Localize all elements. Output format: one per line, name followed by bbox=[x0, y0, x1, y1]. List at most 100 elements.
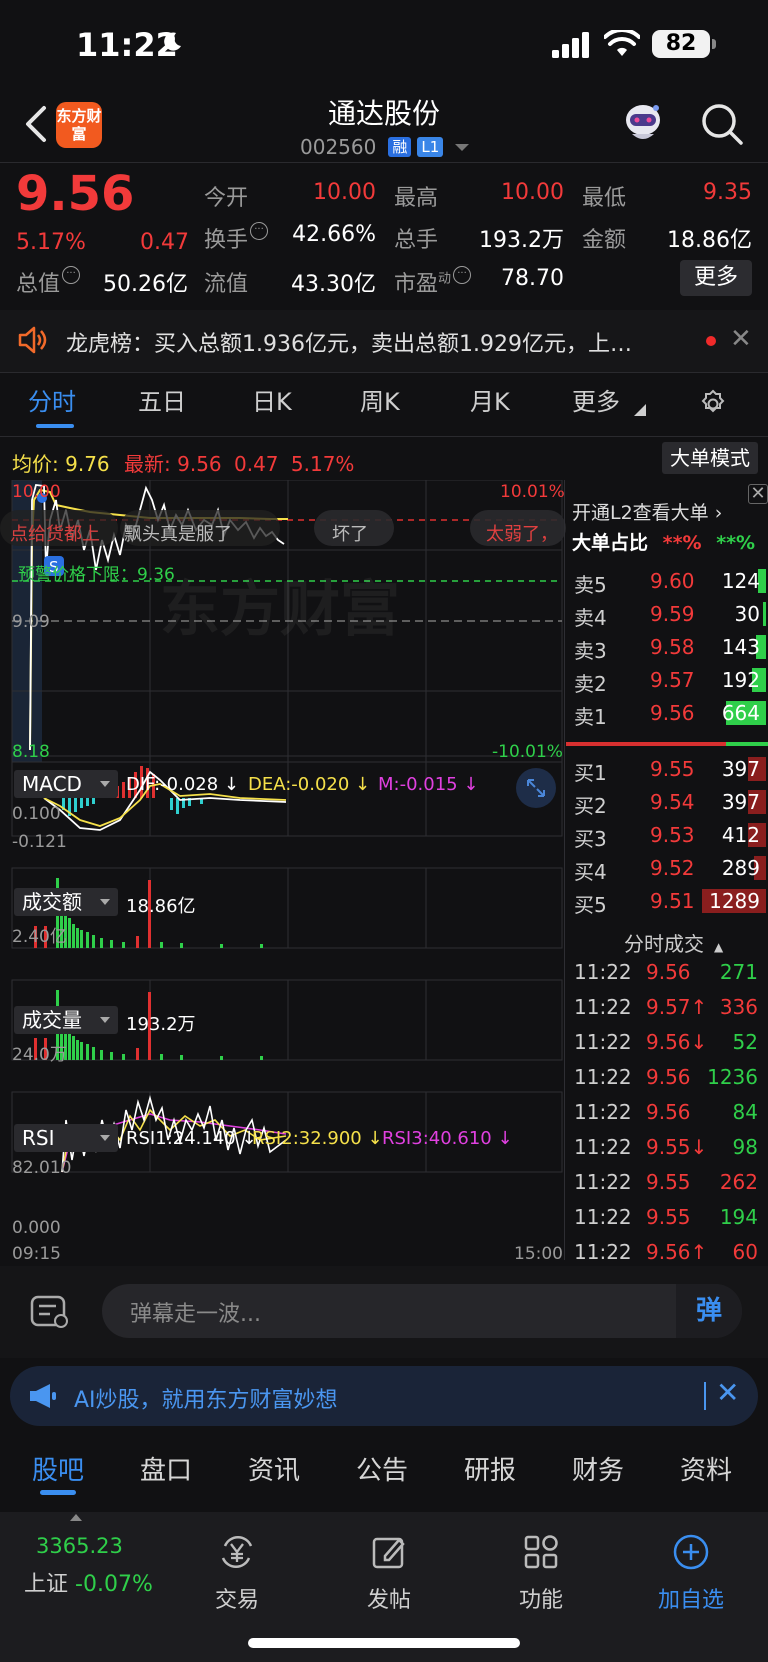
tab-monthly-k[interactable]: 月K bbox=[470, 382, 510, 417]
bid-row[interactable]: 买3 9.53 412 bbox=[566, 820, 766, 852]
danmu-send-button[interactable]: 弹 bbox=[676, 1284, 742, 1338]
float-value: 43.30亿 bbox=[291, 272, 376, 297]
macd-selector[interactable]: MACD bbox=[14, 770, 118, 798]
latest-pct: 5.17% bbox=[290, 452, 355, 476]
tick-row: 11:22 9.56↓ 52 bbox=[574, 1030, 758, 1054]
info-icon: ··· bbox=[62, 266, 81, 284]
close-icon[interactable]: ✕ bbox=[730, 324, 752, 354]
amount-indicator-value: 18.86亿 bbox=[126, 896, 196, 917]
rsi-bottom: 0.000 bbox=[12, 1218, 61, 1238]
chart-tabs: 分时 五日 日K 周K 月K 更多 bbox=[0, 382, 768, 430]
latest-label: 最新: bbox=[124, 452, 171, 476]
mcap-label-group[interactable]: 总值 ··· bbox=[16, 266, 81, 298]
amount-selector[interactable]: 成交额 bbox=[14, 888, 118, 916]
l2-upgrade-link[interactable]: 开通L2查看大单 › bbox=[572, 498, 722, 525]
nav-add-watchlist[interactable]: 加自选 bbox=[636, 1532, 746, 1614]
big-order-ratio: 大单占比 **% **% bbox=[572, 528, 755, 555]
tab-financials[interactable]: 财务 bbox=[572, 1450, 624, 1487]
big-order-mode-button[interactable]: 大单模式 bbox=[662, 442, 758, 474]
bid-ask-ratio-bar-red bbox=[566, 742, 726, 746]
index-expand-icon[interactable] bbox=[70, 1514, 82, 1521]
orderbook-close-icon[interactable]: ✕ bbox=[748, 484, 768, 504]
watermark: 东方财富 bbox=[160, 575, 400, 645]
bid-row[interactable]: 买2 9.54 397 bbox=[566, 787, 766, 819]
rsi-top: 82.010 bbox=[12, 1158, 72, 1178]
tab-news[interactable]: 资讯 bbox=[248, 1450, 300, 1487]
float-label: 流值 bbox=[204, 272, 249, 297]
volume-value: 193.2万 bbox=[479, 228, 564, 253]
search-icon[interactable] bbox=[700, 102, 744, 146]
battery-indicator: 82 bbox=[652, 30, 716, 58]
index-line[interactable]: 上证 -0.07% bbox=[24, 1566, 153, 1598]
yuan-exchange-icon bbox=[221, 1536, 253, 1568]
macd-m: M:-0.015 ↓ bbox=[378, 774, 479, 795]
stock-code-row[interactable]: 002560 融 L1 bbox=[300, 132, 470, 162]
danmu-bubble[interactable]: 太弱了， bbox=[486, 520, 558, 546]
tab-more-caret-icon bbox=[634, 404, 646, 416]
bid-row[interactable]: 买5 9.51 1289 bbox=[566, 886, 766, 918]
tab-five-day[interactable]: 五日 bbox=[138, 382, 186, 417]
tab-more[interactable]: 更多 bbox=[572, 382, 620, 417]
cellular-signal-icon bbox=[552, 32, 589, 58]
ask-row[interactable]: 卖1 9.56 664 bbox=[566, 698, 766, 730]
tick-row: 11:22 9.57↑ 336 bbox=[574, 995, 758, 1019]
turnover-label-group[interactable]: 换手 ··· bbox=[204, 222, 269, 254]
volume-selector[interactable]: 成交量 bbox=[14, 1006, 118, 1034]
bid-row[interactable]: 买1 9.55 397 bbox=[566, 754, 766, 786]
bid-book: 买1 9.55 397 买2 9.54 397 买3 9.53 412 买4 9.52 289 … bbox=[566, 754, 768, 924]
bid-row[interactable]: 买4 9.52 289 bbox=[566, 853, 766, 885]
megaphone-icon bbox=[30, 1384, 56, 1408]
tick-list: 11:22 9.56 271 11:22 9.57↑ 336 11:22 9.56↓ 52 … bbox=[566, 956, 768, 1266]
tab-underline bbox=[36, 424, 74, 428]
tab-weekly-k[interactable]: 周K bbox=[360, 382, 400, 417]
index-value[interactable]: 3365.23 bbox=[36, 1534, 123, 1558]
open-label: 今开 bbox=[204, 186, 249, 211]
chart-bottom-left-price: 8.18 bbox=[12, 742, 50, 762]
nav-functions[interactable]: 功能 bbox=[486, 1532, 596, 1614]
speaker-icon bbox=[18, 326, 47, 354]
danmu-bubble[interactable]: 点给货都上 bbox=[10, 520, 100, 546]
tab-research[interactable]: 研报 bbox=[464, 1450, 516, 1487]
close-icon[interactable]: ✕ bbox=[716, 1376, 739, 1409]
home-indicator[interactable] bbox=[248, 1638, 520, 1648]
danmu-bubble[interactable]: 飘头真是服了 bbox=[124, 520, 232, 546]
rsi2-value: RSI2:32.900 ↓ bbox=[252, 1128, 383, 1149]
ai-banner-text[interactable]: AI炒股，就用东方财富妙想 bbox=[74, 1382, 338, 1414]
tab-daily-k[interactable]: 日K bbox=[252, 382, 292, 417]
chart-mid-price: 9.09 bbox=[12, 612, 50, 632]
tab-guba[interactable]: 股吧 bbox=[32, 1450, 84, 1487]
ai-banner-separator bbox=[704, 1382, 706, 1410]
nav-trade[interactable]: 交易 bbox=[182, 1532, 292, 1614]
tab-intraday[interactable]: 分时 bbox=[28, 382, 76, 417]
ask-row[interactable]: 卖5 9.60 124 bbox=[566, 566, 766, 598]
ai-robot-icon[interactable] bbox=[620, 100, 666, 146]
pe-value: 78.70 bbox=[501, 266, 564, 291]
ask-row[interactable]: 卖3 9.58 143 bbox=[566, 632, 766, 664]
gear-icon[interactable] bbox=[698, 388, 728, 418]
pe-label-group[interactable]: 市盈动 ··· bbox=[394, 266, 472, 298]
tick-row: 11:22 9.55↓ 98 bbox=[574, 1135, 758, 1159]
caret-up-icon: ▲ bbox=[714, 940, 724, 954]
moon-icon bbox=[164, 32, 181, 51]
tab-announcements[interactable]: 公告 bbox=[356, 1450, 408, 1487]
high-label: 最高 bbox=[394, 186, 439, 211]
ask-row[interactable]: 卖4 9.59 30 bbox=[566, 599, 766, 631]
macd-dea: DEA:-0.020 ↓ bbox=[248, 774, 371, 795]
ticker-text[interactable]: 龙虎榜：买入总额1.936亿元，卖出总额1.929亿元，上… bbox=[66, 326, 686, 358]
amount-top: 2.40亿 bbox=[12, 927, 67, 947]
tab-pankou[interactable]: 盘口 bbox=[140, 1450, 192, 1487]
grid-icon bbox=[524, 1535, 558, 1569]
ticks-title[interactable]: 分时成交 ▲ bbox=[624, 928, 723, 957]
danmu-settings-icon[interactable] bbox=[30, 1294, 70, 1330]
index-pct: -0.07% bbox=[75, 1572, 153, 1597]
change-percent: 5.17% bbox=[16, 230, 86, 255]
avg-label: 均价: bbox=[12, 452, 59, 476]
more-button[interactable]: 更多 bbox=[680, 260, 752, 296]
nav-post[interactable]: 发帖 bbox=[334, 1532, 444, 1614]
ask-row[interactable]: 卖2 9.57 192 bbox=[566, 665, 766, 697]
time-axis-end: 15:00 bbox=[514, 1244, 563, 1264]
big-order-sell: **% bbox=[716, 532, 756, 554]
rsi-selector[interactable]: RSI bbox=[14, 1124, 118, 1152]
tab-profile[interactable]: 资料 bbox=[680, 1450, 732, 1487]
danmu-bubble[interactable]: 坏了 bbox=[332, 520, 368, 546]
